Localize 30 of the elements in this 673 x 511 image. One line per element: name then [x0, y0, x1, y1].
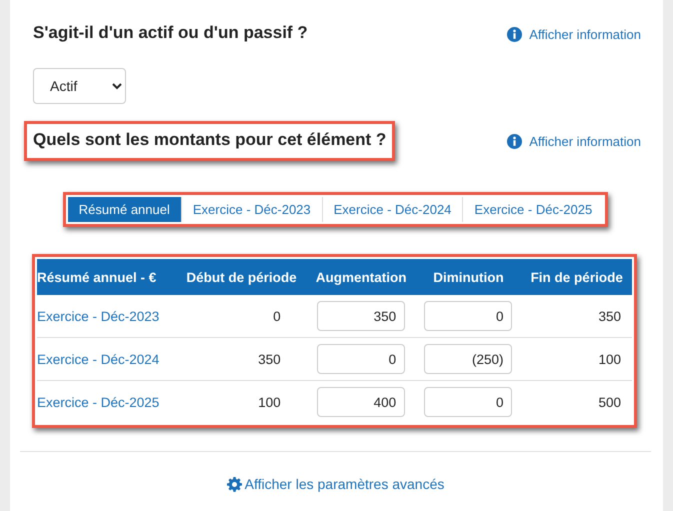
amount-field[interactable]: 350 [317, 301, 406, 331]
period-link[interactable]: Exercice - Déc-2025 [37, 394, 160, 410]
table-cell: 500 [521, 380, 632, 423]
amount-field[interactable]: 0 [424, 387, 512, 417]
column-header: Diminution [416, 259, 522, 295]
amount-field[interactable]: 0 [424, 301, 512, 331]
column-header: Résumé annuel - € [37, 259, 176, 295]
info-link[interactable]: Afficher information [507, 26, 641, 42]
advanced-settings-link[interactable]: Afficher les paramètres avancés [226, 476, 444, 492]
table-cell: 350 [176, 338, 307, 380]
gear-icon [226, 476, 242, 492]
table-cell: 100 [176, 380, 307, 423]
amount-field[interactable]: (250) [424, 344, 512, 374]
table-cell: 350 [521, 295, 632, 338]
column-header: Augmentation [306, 259, 416, 295]
info-icon [507, 26, 522, 42]
question-title: Quels sont les montants pour cet élément ? [33, 130, 386, 150]
amount-field[interactable]: 0 [317, 344, 406, 374]
tab[interactable]: Résumé annuel [68, 197, 181, 222]
amount-field[interactable]: 400 [317, 387, 406, 417]
period-link[interactable]: Exercice - Déc-2024 [37, 352, 160, 366]
question-title: S'agit-il d'un actif ou d'un passif ? [33, 23, 308, 43]
table-cell: 0 [176, 295, 307, 338]
type-select[interactable]: Actif [33, 68, 126, 104]
period-link[interactable]: Exercice - Déc-2023 [37, 308, 160, 324]
column-header: Fin de période [521, 259, 632, 295]
table-cell: 100 [521, 338, 632, 380]
info-icon [507, 134, 522, 148]
column-header: Début de période [176, 259, 307, 295]
info-link[interactable]: Afficher information [507, 134, 641, 148]
